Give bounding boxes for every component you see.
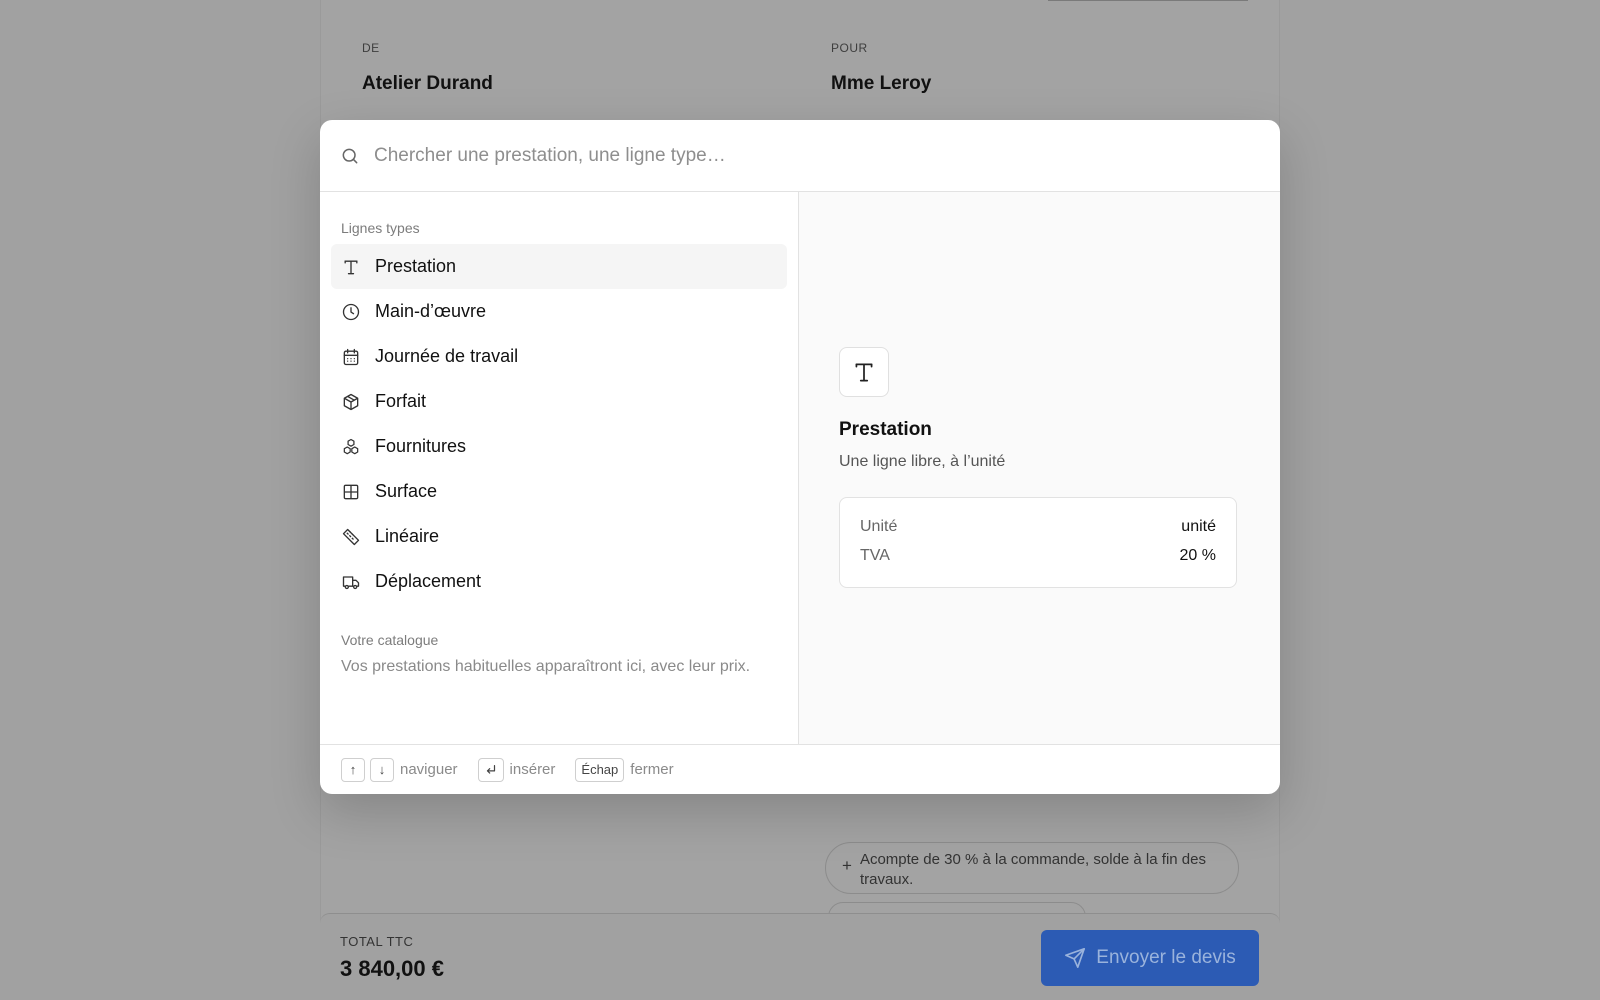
preview-icon-box bbox=[839, 347, 889, 397]
catalog-section: Votre catalogue Vos prestations habituel… bbox=[331, 632, 787, 676]
arrow-down-key: ↓ bbox=[370, 757, 394, 782]
preview-panel: Prestation Une ligne libre, à l’unité Un… bbox=[799, 192, 1280, 744]
item-label: Déplacement bbox=[375, 571, 482, 591]
total-bar: TOTAL TTC 3 840,00 € Envoyer le devis bbox=[320, 913, 1280, 1000]
item-label: Fournitures bbox=[375, 436, 467, 456]
item-surface[interactable]: Surface bbox=[331, 469, 787, 514]
send-quote-button[interactable]: Envoyer le devis bbox=[1041, 930, 1259, 986]
insert-hint: insérer bbox=[509, 761, 556, 778]
sender-label: DE bbox=[362, 41, 380, 55]
grid-icon bbox=[343, 484, 359, 499]
close-hint: fermer bbox=[630, 761, 674, 778]
payment-terms-text: Acompte de 30 % à la commande, solde à l… bbox=[859, 851, 1206, 888]
item-label: Forfait bbox=[375, 391, 427, 411]
send-icon bbox=[1065, 948, 1086, 968]
payment-terms-suggestion[interactable]: + Acompte de 30 % à la commande, solde à… bbox=[825, 842, 1239, 894]
property-unit-value: unité bbox=[1181, 518, 1216, 535]
recipient-label: POUR bbox=[831, 41, 868, 55]
item-forfait[interactable]: Forfait bbox=[331, 379, 787, 424]
recipient-block: POUR Mme Leroy bbox=[831, 41, 931, 95]
property-vat-value: 20 % bbox=[1179, 547, 1216, 564]
top-divider bbox=[1048, 0, 1248, 1]
section-line-types: Lignes types bbox=[341, 220, 420, 236]
results-list: Lignes types Prestation Main-d’œuvre Jou… bbox=[320, 192, 799, 744]
item-label: Prestation bbox=[375, 256, 457, 276]
property-unit: Unité unité bbox=[860, 518, 1216, 547]
item-prestation[interactable]: Prestation bbox=[331, 244, 787, 289]
property-unit-label: Unité bbox=[860, 518, 898, 535]
truck-icon bbox=[342, 575, 360, 589]
item-label: Linéaire bbox=[375, 526, 440, 546]
package-icon bbox=[343, 393, 359, 410]
sender-block: DE Atelier Durand bbox=[362, 41, 493, 95]
text-icon bbox=[855, 363, 873, 382]
text-icon bbox=[344, 260, 358, 274]
enter-key bbox=[477, 757, 504, 782]
recipient-name[interactable]: Mme Leroy bbox=[831, 73, 931, 95]
item-label: Surface bbox=[375, 481, 438, 501]
send-quote-label: Envoyer le devis bbox=[1096, 947, 1236, 968]
sender-name[interactable]: Atelier Durand bbox=[362, 73, 493, 95]
boxes-icon bbox=[343, 438, 359, 454]
item-main-oeuvre[interactable]: Main-d’œuvre bbox=[331, 289, 787, 334]
search-bar bbox=[320, 120, 1280, 192]
search-icon bbox=[342, 148, 358, 163]
catalog-empty-hint: Vos prestations habituelles apparaîtront… bbox=[341, 658, 751, 675]
plus-icon: + bbox=[842, 856, 852, 875]
preview-description: Une ligne libre, à l’unité bbox=[839, 453, 1006, 470]
section-catalog: Votre catalogue bbox=[341, 632, 439, 648]
item-lineaire[interactable]: Linéaire bbox=[331, 514, 787, 559]
item-journee-de-travail[interactable]: Journée de travail bbox=[331, 334, 787, 379]
keyboard-hints: ↑ ↓ naviguer insérer Échap fermer bbox=[320, 744, 1280, 794]
item-label: Journée de travail bbox=[375, 346, 519, 366]
total-label: TOTAL TTC bbox=[340, 934, 414, 949]
arrow-up-key: ↑ bbox=[341, 757, 365, 782]
property-vat: TVA 20 % bbox=[860, 547, 1216, 576]
navigate-hint: naviguer bbox=[400, 761, 458, 778]
calendar-icon bbox=[343, 348, 359, 365]
property-vat-label: TVA bbox=[860, 547, 890, 564]
item-label: Main-d’œuvre bbox=[375, 301, 487, 321]
search-input[interactable] bbox=[374, 144, 1074, 167]
total-value: 3 840,00 € bbox=[340, 956, 444, 981]
clock-icon bbox=[342, 303, 360, 320]
ruler-icon bbox=[342, 528, 360, 545]
preview-title: Prestation bbox=[839, 419, 932, 440]
line-type-palette: Lignes types Prestation Main-d’œuvre Jou… bbox=[320, 120, 1280, 794]
item-deplacement[interactable]: Déplacement bbox=[331, 559, 787, 604]
item-fournitures[interactable]: Fournitures bbox=[331, 424, 787, 469]
escape-key: Échap bbox=[575, 757, 625, 782]
enter-icon bbox=[486, 764, 495, 774]
preview-properties: Unité unité TVA 20 % bbox=[839, 497, 1237, 588]
